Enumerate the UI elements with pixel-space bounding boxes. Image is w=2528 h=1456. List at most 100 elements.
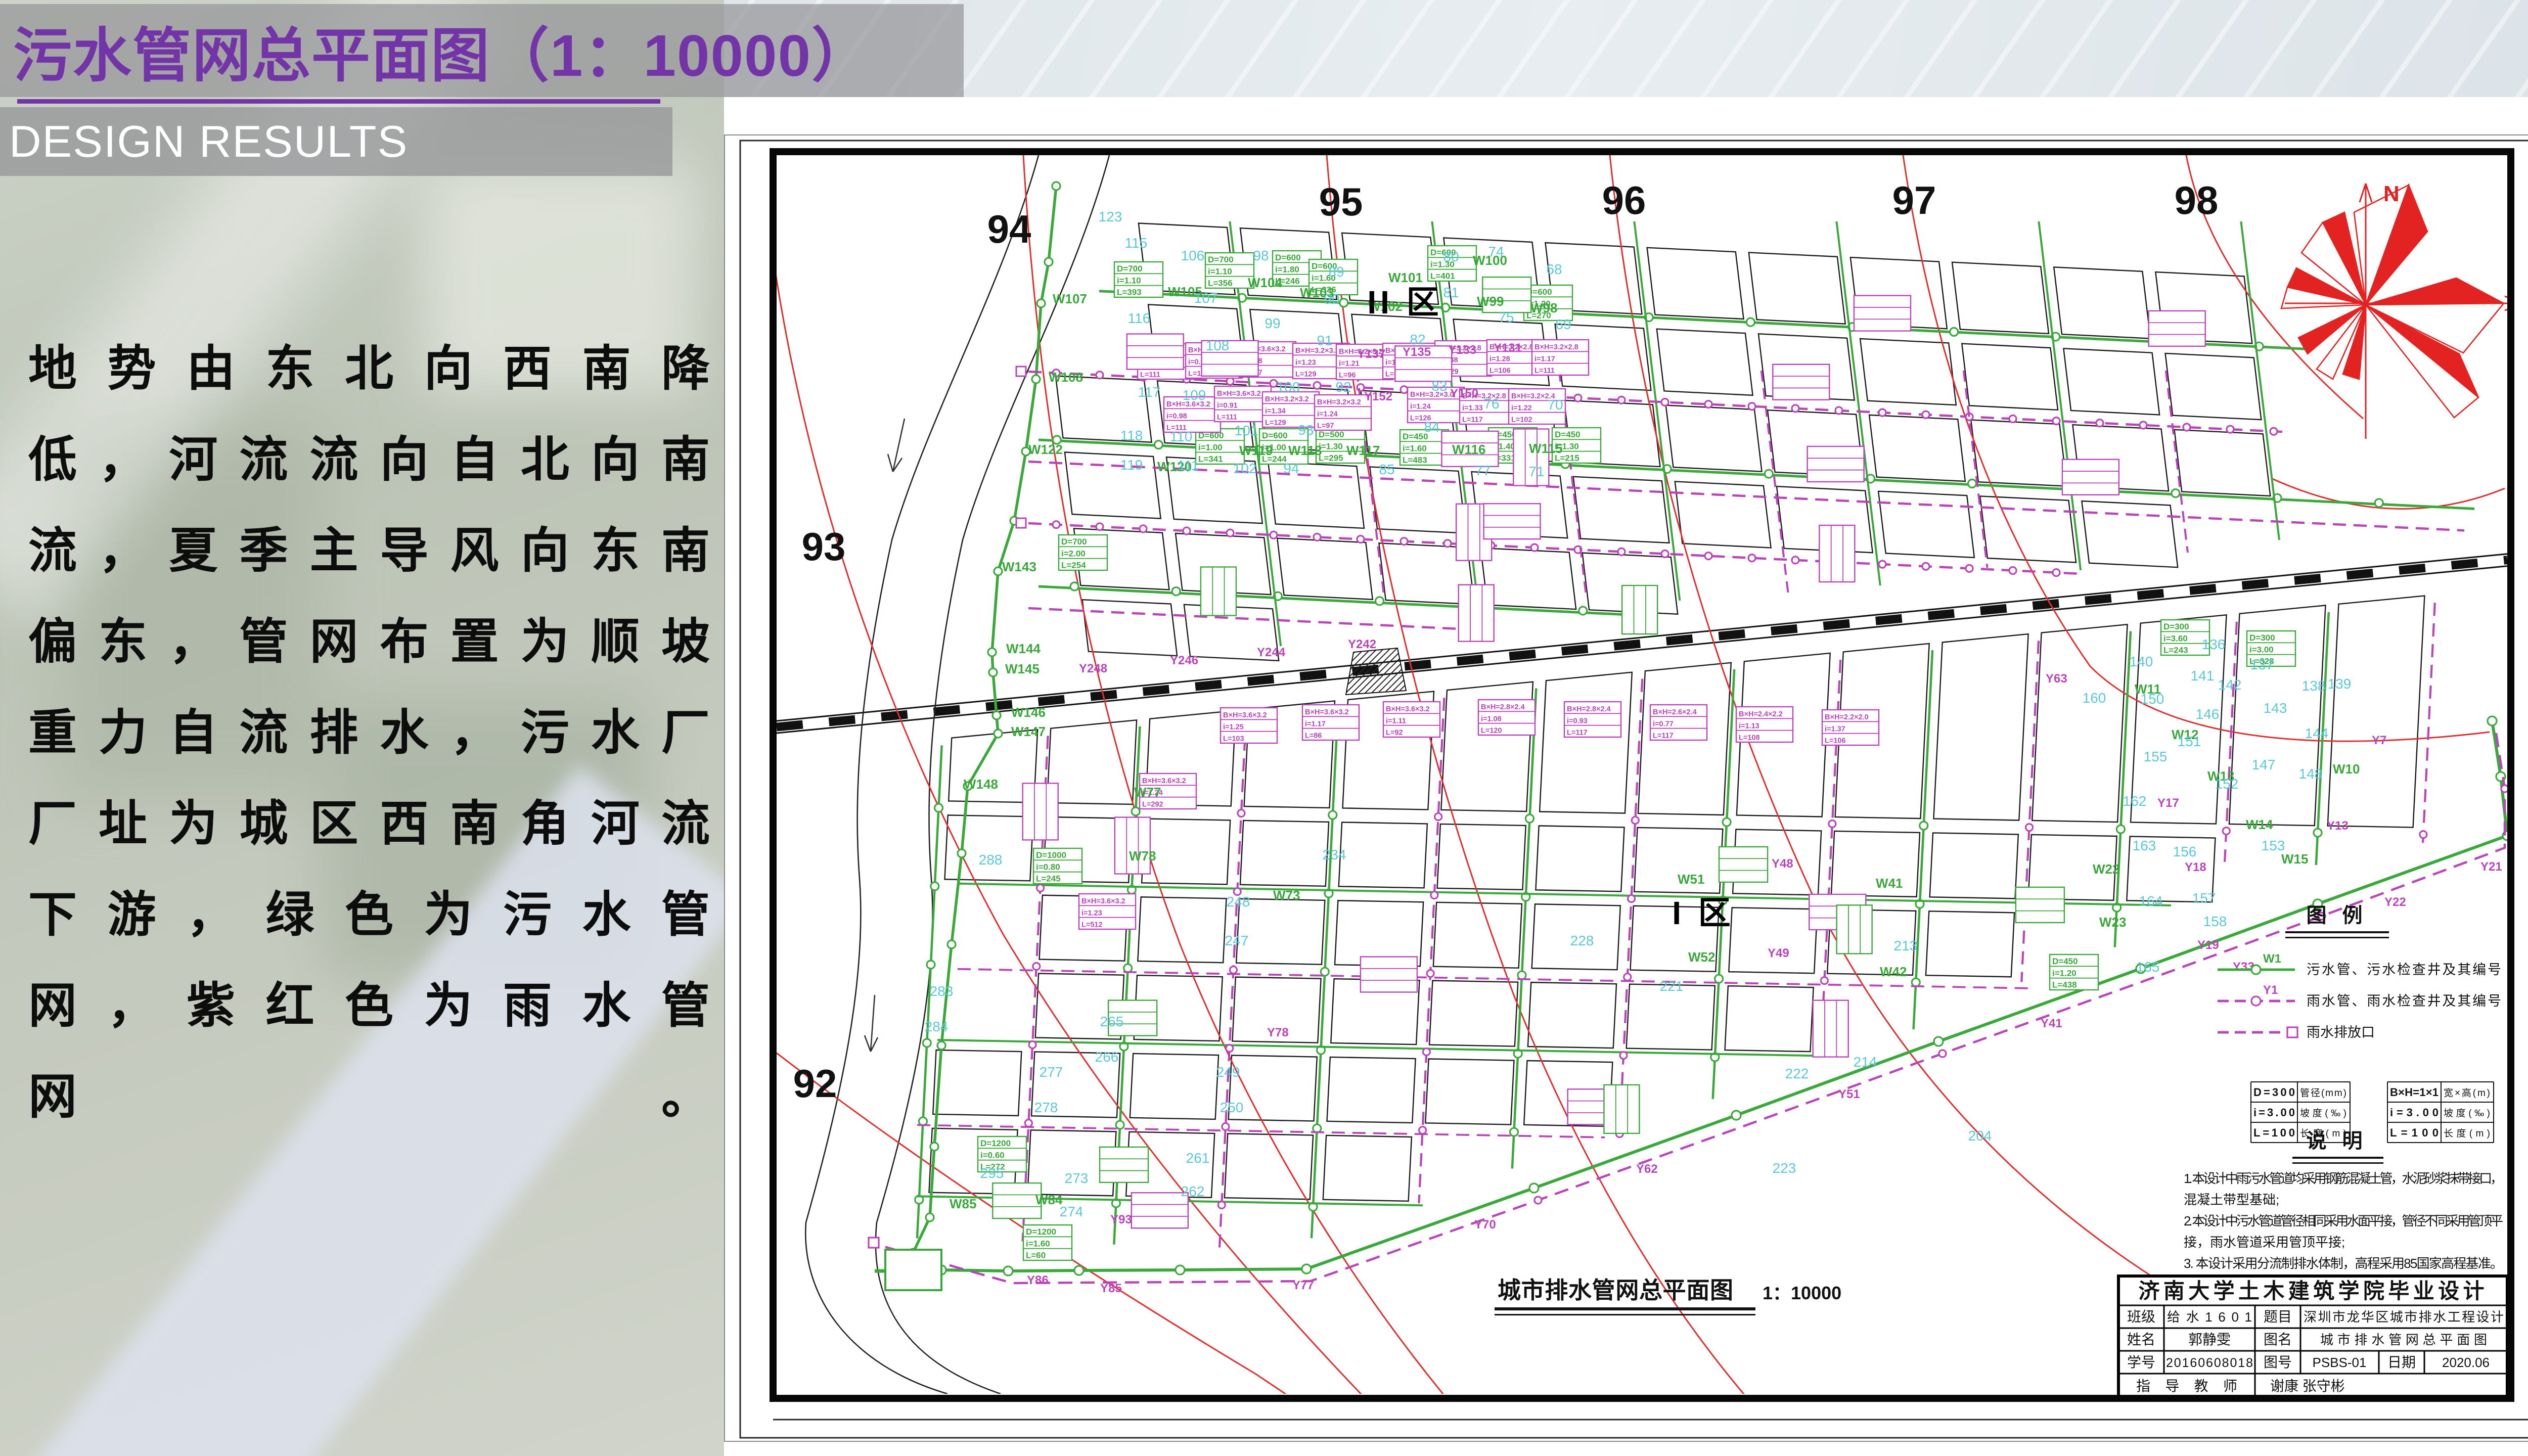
node-label: Y22 bbox=[2384, 895, 2406, 909]
node-label: Y78 bbox=[1267, 1026, 1289, 1039]
titleblock-cell: 学号 bbox=[2127, 1354, 2155, 1370]
legend-param-label: 管径(mm) bbox=[2300, 1087, 2346, 1099]
node-label: Y51 bbox=[1838, 1087, 1860, 1101]
block-number: 81 bbox=[1443, 285, 1459, 300]
titleblock-cell: 姓名 bbox=[2127, 1332, 2155, 1347]
block-number: 146 bbox=[2196, 706, 2220, 722]
pipe-data-text: i=3.60 bbox=[2163, 633, 2188, 643]
pipe-data-text: L=129 bbox=[1295, 371, 1317, 379]
city-block bbox=[2032, 624, 2127, 822]
city-block bbox=[1926, 911, 2014, 977]
pipe-data-box bbox=[2062, 460, 2119, 495]
city-block bbox=[1065, 452, 1161, 518]
pipe-data-text: i=1.17 bbox=[1305, 720, 1326, 728]
paragraph-line: 流，夏季主导风向东南 bbox=[28, 506, 710, 597]
manhole-node bbox=[1427, 970, 1434, 977]
city-block bbox=[1540, 672, 1632, 813]
legend-param-value: B×H=1×1 bbox=[2390, 1086, 2439, 1099]
node-label: Y248 bbox=[1079, 662, 1107, 675]
manhole-node bbox=[1321, 968, 1329, 976]
city-block bbox=[2082, 501, 2178, 567]
pipe-data-text: i=1.24 bbox=[1410, 402, 1431, 411]
block-number: 83 bbox=[1431, 378, 1447, 394]
block-number: 138 bbox=[2302, 678, 2326, 694]
city-block bbox=[1980, 496, 2076, 562]
subtitle-band: DESIGN RESULTS bbox=[0, 107, 672, 176]
wind-rose: N bbox=[2281, 181, 2524, 439]
title-underline bbox=[17, 99, 660, 104]
manhole-node bbox=[1618, 396, 1625, 403]
manhole-node bbox=[1230, 967, 1237, 974]
manhole-node bbox=[1574, 394, 1582, 401]
manhole-node bbox=[1628, 895, 1635, 902]
manhole-node bbox=[1226, 1045, 1233, 1052]
pipe-data-text: D=1200 bbox=[1026, 1227, 1056, 1237]
node-label: W108 bbox=[1049, 370, 1083, 385]
pipe-data-text: D=700 bbox=[1061, 537, 1087, 547]
city-block bbox=[1082, 600, 1177, 656]
node-label: Y85 bbox=[1100, 1282, 1122, 1295]
manhole-node bbox=[1529, 1184, 1539, 1193]
block-number: 139 bbox=[2328, 676, 2352, 692]
block-number: 288 bbox=[979, 852, 1003, 868]
block-number: 117 bbox=[1138, 384, 1161, 400]
manhole-node bbox=[1748, 403, 1755, 410]
city-block bbox=[1878, 491, 1974, 558]
node-label: W101 bbox=[1388, 270, 1423, 285]
legend-param-value: D=300 bbox=[2253, 1086, 2295, 1099]
city-block bbox=[1536, 826, 1624, 891]
node-label: W85 bbox=[950, 1196, 976, 1211]
node-label: Y7 bbox=[2372, 734, 2386, 747]
caption-scale: 1：10000 bbox=[1763, 1283, 1841, 1303]
node-label: Y133 bbox=[1448, 343, 1476, 357]
pipe-data-text: L=120 bbox=[1481, 727, 1502, 735]
pipe-data-text: D=300 bbox=[2163, 622, 2189, 631]
city-block bbox=[2175, 430, 2271, 496]
pipe-data-box: D=1000i=0.80L=245 bbox=[1033, 848, 1082, 884]
pipe-data-text: B×H=3.6×3.2 bbox=[1142, 777, 1186, 785]
pipe-data-box: B×H=3.6×3.2i=1.25L=103 bbox=[1221, 708, 1277, 743]
pipe-data-box bbox=[1819, 525, 1855, 582]
pipe-data-text: L=117 bbox=[1567, 729, 1588, 737]
manhole-node bbox=[1829, 821, 1836, 828]
manhole-node bbox=[1302, 1264, 1311, 1273]
pipe-data-text: i=1.22 bbox=[1511, 404, 1532, 412]
manhole-node bbox=[1096, 372, 1103, 379]
manhole-node bbox=[2501, 785, 2508, 792]
manhole-node bbox=[1746, 318, 1754, 326]
pipe-data-text: L=295 bbox=[1319, 453, 1343, 463]
manhole-node bbox=[1624, 974, 1631, 981]
block-number: 284 bbox=[925, 1019, 949, 1034]
manhole-node bbox=[1835, 407, 1842, 414]
block-number: 278 bbox=[1034, 1100, 1058, 1115]
block-number: 140 bbox=[2130, 654, 2153, 669]
node-label: Y77 bbox=[1292, 1279, 1314, 1292]
node-label: W104 bbox=[1248, 275, 1282, 290]
node-label: W117 bbox=[1346, 443, 1380, 458]
manhole-node bbox=[1922, 563, 1929, 570]
block-number: 99 bbox=[1265, 315, 1280, 331]
storm-pipe bbox=[1762, 371, 1789, 598]
pipe-data-text: D=1000 bbox=[1036, 850, 1066, 860]
block-number: 100 bbox=[1277, 379, 1300, 395]
pipe-data-text: L=245 bbox=[1036, 874, 1061, 884]
manhole-node bbox=[1531, 544, 1538, 551]
city-block bbox=[1323, 1135, 1412, 1201]
manhole-node bbox=[1579, 607, 1587, 615]
pipe-data-box bbox=[1837, 905, 1872, 953]
block-number: 156 bbox=[2173, 844, 2197, 859]
storm-outfall bbox=[1016, 518, 1026, 528]
pipe-data-text: B×H=3.6×3.2 bbox=[1081, 897, 1125, 905]
pipe-data-text: D=700 bbox=[1208, 255, 1234, 264]
pipe-data-text: B×H=3.6×3.2 bbox=[1386, 705, 1430, 713]
pipe-data-text: i=1.13 bbox=[1739, 722, 1759, 730]
manhole-node bbox=[1183, 527, 1190, 534]
block-number: 261 bbox=[1186, 1150, 1210, 1166]
city-block bbox=[1952, 262, 2049, 334]
pipe-data-text: i=1.33 bbox=[1462, 404, 1483, 412]
node-label: Y135 bbox=[1403, 345, 1431, 359]
legend-tag: Y1 bbox=[2263, 983, 2278, 997]
contour-label: 92 bbox=[793, 1061, 837, 1106]
block-number: 76 bbox=[1483, 396, 1499, 412]
manhole-node bbox=[1748, 555, 1755, 562]
